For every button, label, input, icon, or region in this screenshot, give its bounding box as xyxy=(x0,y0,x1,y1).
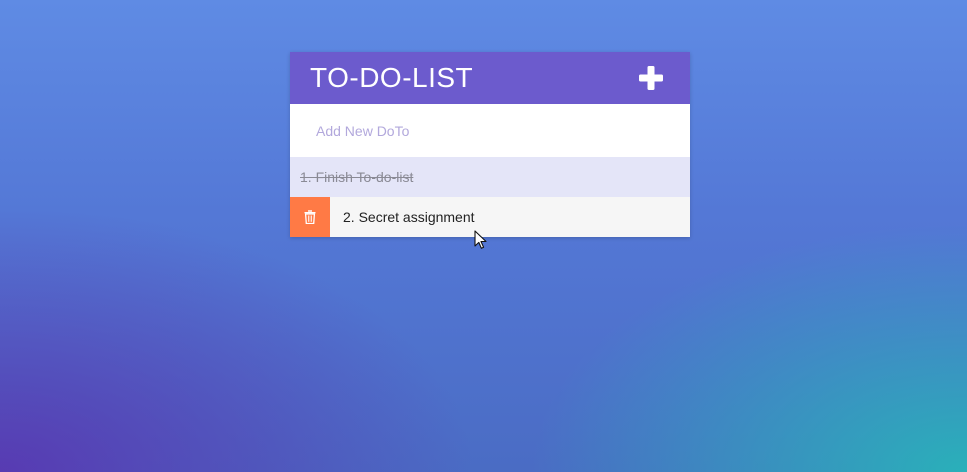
todo-header: TO-DO-LIST xyxy=(290,52,690,104)
trash-icon xyxy=(304,210,316,224)
delete-todo-button[interactable] xyxy=(290,197,330,237)
todo-card: TO-DO-LIST 1. Finish To-do-list xyxy=(290,52,690,237)
todo-list: 1. Finish To-do-list 2. Secret assignmen… xyxy=(290,157,690,237)
todo-item-text: 1. Finish To-do-list xyxy=(300,169,414,185)
new-todo-row xyxy=(290,104,690,157)
mouse-cursor-icon xyxy=(474,230,487,249)
todo-item-completed[interactable]: 1. Finish To-do-list xyxy=(290,157,690,197)
app-title: TO-DO-LIST xyxy=(310,62,474,93)
todo-item[interactable]: 2. Secret assignment xyxy=(290,197,690,237)
todo-item-text: 2. Secret assignment xyxy=(343,209,475,225)
add-todo-toggle-button[interactable] xyxy=(638,65,664,91)
plus-icon xyxy=(639,66,663,90)
new-todo-input[interactable] xyxy=(314,121,666,140)
